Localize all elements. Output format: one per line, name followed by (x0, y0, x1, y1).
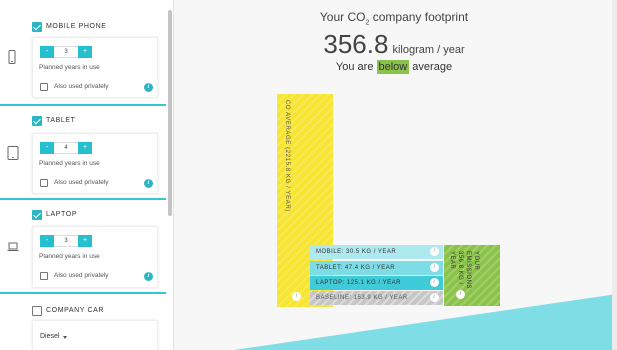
laptop-private-label: Also used privately (54, 272, 109, 279)
your-emissions-info-icon[interactable]: i (456, 290, 465, 299)
laptop-checkbox[interactable] (32, 210, 42, 220)
breakdown-bar-baseline: BASELINE: 153.9 KG / YEAR i (310, 291, 443, 305)
mobile-decrease-button[interactable]: - (40, 46, 54, 58)
breakdown-label-baseline: BASELINE: 153.9 KG / YEAR (316, 295, 408, 301)
laptop-icon (7, 242, 19, 251)
mobile-info-icon[interactable]: i (144, 83, 153, 92)
laptop-years-stepper: - 3 + (40, 235, 92, 247)
mobile-phone-card: - 3 + Planned years in use Also used pri… (32, 37, 158, 98)
device-tablet: TABLET - 4 + Planned years in use Also u… (0, 106, 166, 198)
baseline-bar-info-icon[interactable]: i (430, 293, 439, 302)
page-title: Your CO2 company footprint (174, 10, 614, 26)
tablet-years-stepper: - 4 + (40, 142, 92, 154)
laptop-decrease-button[interactable]: - (40, 235, 54, 247)
avg-prefix: You are (335, 61, 377, 73)
tablet-years-input[interactable]: 4 (54, 142, 78, 154)
footprint-unit: kilogram / year (392, 44, 465, 56)
breakdown-bar-mobile: MOBILE: 30.5 KG / YEAR i (310, 245, 443, 259)
fuel-type-select[interactable]: Diesel (40, 333, 59, 340)
average-comparison: You are below average (174, 60, 614, 74)
tablet-card: - 4 + Planned years in use Also used pri… (32, 133, 158, 194)
laptop-card: - 3 + Planned years in use Also used pri… (32, 226, 158, 288)
tablet-bar-info-icon[interactable]: i (430, 263, 439, 272)
mobile-phone-label: MOBILE PHONE (46, 23, 107, 30)
laptop-label: LAPTOP (46, 211, 78, 218)
mobile-phone-checkbox[interactable] (32, 22, 42, 32)
mobile-increase-button[interactable]: + (78, 46, 92, 58)
device-settings-panel: MOBILE PHONE - 3 + Planned years in use … (0, 0, 166, 350)
laptop-planned-label: Planned years in use (39, 253, 100, 260)
mobile-private-checkbox[interactable] (40, 83, 48, 91)
company-car-card: Diesel (32, 320, 158, 350)
avg-highlight: below (376, 60, 410, 74)
average-bar-label: CO AVERAGE (2215.8 KG / YEAR) (284, 100, 290, 212)
tablet-increase-button[interactable]: + (78, 142, 92, 154)
tablet-decrease-button[interactable]: - (40, 142, 54, 154)
tablet-icon (7, 146, 19, 160)
tablet-planned-label: Planned years in use (39, 160, 100, 167)
footprint-result-panel: Your CO2 company footprint 356.8 kilogram… (174, 0, 617, 350)
breakdown-label-mobile: MOBILE: 30.5 KG / YEAR (316, 249, 397, 255)
sidebar-scrollbar[interactable] (168, 10, 172, 216)
average-info-icon[interactable]: i (292, 292, 301, 301)
device-laptop: LAPTOP - 3 + Planned years in use Also u… (0, 200, 166, 292)
phone-icon (8, 50, 16, 64)
chevron-down-icon[interactable] (63, 336, 67, 339)
mobile-private-label: Also used privately (54, 83, 109, 90)
tablet-checkbox[interactable] (32, 116, 42, 126)
title-suffix: company footprint (369, 10, 469, 24)
tablet-info-icon[interactable]: i (144, 179, 153, 188)
avg-suffix: average (409, 61, 453, 73)
breakdown-bar-laptop: LAPTOP: 125.1 KG / YEAR i (310, 276, 443, 290)
company-car-label: COMPANY CAR (46, 307, 105, 314)
breakdown-label-laptop: LAPTOP: 125.1 KG / YEAR (316, 280, 401, 286)
mobile-planned-label: Planned years in use (39, 64, 100, 71)
footprint-value: 356.8 kilogram / year (174, 29, 614, 60)
title-prefix: Your CO (319, 10, 366, 24)
footprint-number: 356.8 (323, 29, 389, 59)
laptop-increase-button[interactable]: + (78, 235, 92, 247)
breakdown-label-tablet: TABLET: 47.4 KG / YEAR (316, 265, 396, 271)
tablet-private-label: Also used privately (54, 179, 109, 186)
breakdown-bar-tablet: TABLET: 47.4 KG / YEAR i (310, 261, 443, 275)
laptop-private-checkbox[interactable] (40, 272, 48, 280)
mobile-bar-info-icon[interactable]: i (430, 247, 439, 256)
mobile-years-stepper: - 3 + (40, 46, 92, 58)
tablet-label: TABLET (46, 117, 76, 124)
device-mobile-phone: MOBILE PHONE - 3 + Planned years in use … (0, 0, 166, 104)
laptop-years-input[interactable]: 3 (54, 235, 78, 247)
laptop-info-icon[interactable]: i (144, 272, 153, 281)
device-company-car: COMPANY CAR Diesel (0, 294, 166, 350)
laptop-bar-info-icon[interactable]: i (430, 278, 439, 287)
mobile-years-input[interactable]: 3 (54, 46, 78, 58)
tablet-private-checkbox[interactable] (40, 179, 48, 187)
your-emissions-bar: YOUR EMISSIONS 356.8 KG / YEAR i (444, 245, 500, 306)
company-car-checkbox[interactable] (32, 306, 42, 316)
